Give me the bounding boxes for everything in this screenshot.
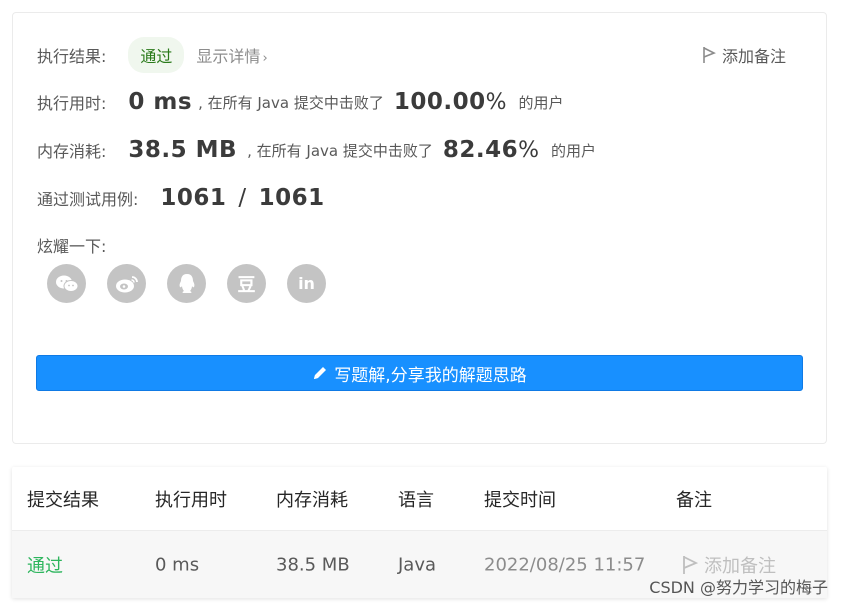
linkedin-icon[interactable]: in xyxy=(287,264,326,303)
header-submit-time: 提交时间 xyxy=(484,489,556,511)
show-details-label: 显示详情 xyxy=(196,47,261,66)
share-label: 炫耀一下: xyxy=(37,237,107,256)
write-solution-button[interactable]: 写题解,分享我的解题思路 xyxy=(36,355,803,391)
result-label: 执行结果: xyxy=(37,47,107,66)
header-runtime: 执行用时 xyxy=(155,489,227,511)
memory-suffix: 的用户 xyxy=(551,141,597,160)
tests-separator: / xyxy=(238,185,247,211)
flag-icon xyxy=(703,47,716,63)
tests-passed: 1061 xyxy=(160,185,227,211)
share-label-row: 炫耀一下: xyxy=(37,233,106,257)
row-memory: 38.5 MB xyxy=(276,554,350,575)
memory-value: 38.5 MB xyxy=(128,137,238,163)
share-icons: 豆 in xyxy=(47,264,347,303)
row-runtime: 0 ms xyxy=(155,554,200,575)
douban-glyph: 豆 xyxy=(237,274,256,296)
show-details-link[interactable]: 显示详情 › xyxy=(196,43,267,67)
header-result: 提交结果 xyxy=(27,489,99,511)
runtime-suffix: 的用户 xyxy=(518,93,564,112)
tests-row: 通过测试用例: 1061 / 1061 xyxy=(37,185,325,211)
weibo-icon[interactable] xyxy=(107,264,146,303)
qq-glyph xyxy=(179,273,194,293)
flag-icon xyxy=(683,555,698,574)
memory-percent-unit: % xyxy=(518,137,540,163)
submission-result-card: 执行结果: 通过 显示详情 › 添加备注 执行用时: 0 ms , 在所有 Jav… xyxy=(12,12,827,444)
add-note-button[interactable]: 添加备注 xyxy=(702,43,786,67)
linkedin-glyph: in xyxy=(298,274,315,293)
status-badge: 通过 xyxy=(128,37,185,73)
runtime-label: 执行用时: xyxy=(37,94,107,113)
tests-total: 1061 xyxy=(258,185,325,211)
chevron-right-icon: › xyxy=(262,51,268,66)
weibo-glyph xyxy=(115,275,138,292)
wechat-icon[interactable] xyxy=(47,264,86,303)
pencil-icon xyxy=(314,367,327,379)
header-language: 语言 xyxy=(398,489,434,511)
wechat-glyph xyxy=(55,275,78,292)
runtime-value: 0 ms xyxy=(128,89,193,115)
header-note: 备注 xyxy=(676,489,712,511)
memory-row: 内存消耗: 38.5 MB , 在所有 Java 提交中击败了 82.46 % … xyxy=(37,137,596,163)
watermark: CSDN @努力学习的梅子 xyxy=(649,578,828,597)
runtime-percent: 100.00 xyxy=(393,89,486,115)
add-note-label: 添加备注 xyxy=(721,47,786,66)
tests-label: 通过测试用例: xyxy=(37,190,139,209)
qq-icon[interactable] xyxy=(167,264,206,303)
row-result-link[interactable]: 通过 xyxy=(27,552,63,578)
write-solution-label: 写题解,分享我的解题思路 xyxy=(334,365,527,386)
header-memory: 内存消耗 xyxy=(276,489,348,511)
memory-percent: 82.46 xyxy=(442,137,519,163)
memory-label: 内存消耗: xyxy=(37,142,107,161)
row-submit-time: 2022/08/25 11:57 xyxy=(484,554,646,575)
douban-icon[interactable]: 豆 xyxy=(227,264,266,303)
row-language: Java xyxy=(398,554,437,575)
runtime-beat-text: , 在所有 Java 提交中击败了 xyxy=(198,93,384,112)
table-header: 提交结果 执行用时 内存消耗 语言 提交时间 备注 xyxy=(12,467,827,531)
result-row: 执行结果: 通过 显示详情 › xyxy=(37,37,268,73)
memory-beat-text: , 在所有 Java 提交中击败了 xyxy=(247,141,433,160)
runtime-row: 执行用时: 0 ms , 在所有 Java 提交中击败了 100.00 % 的用… xyxy=(37,89,564,115)
runtime-percent-unit: % xyxy=(485,89,507,115)
